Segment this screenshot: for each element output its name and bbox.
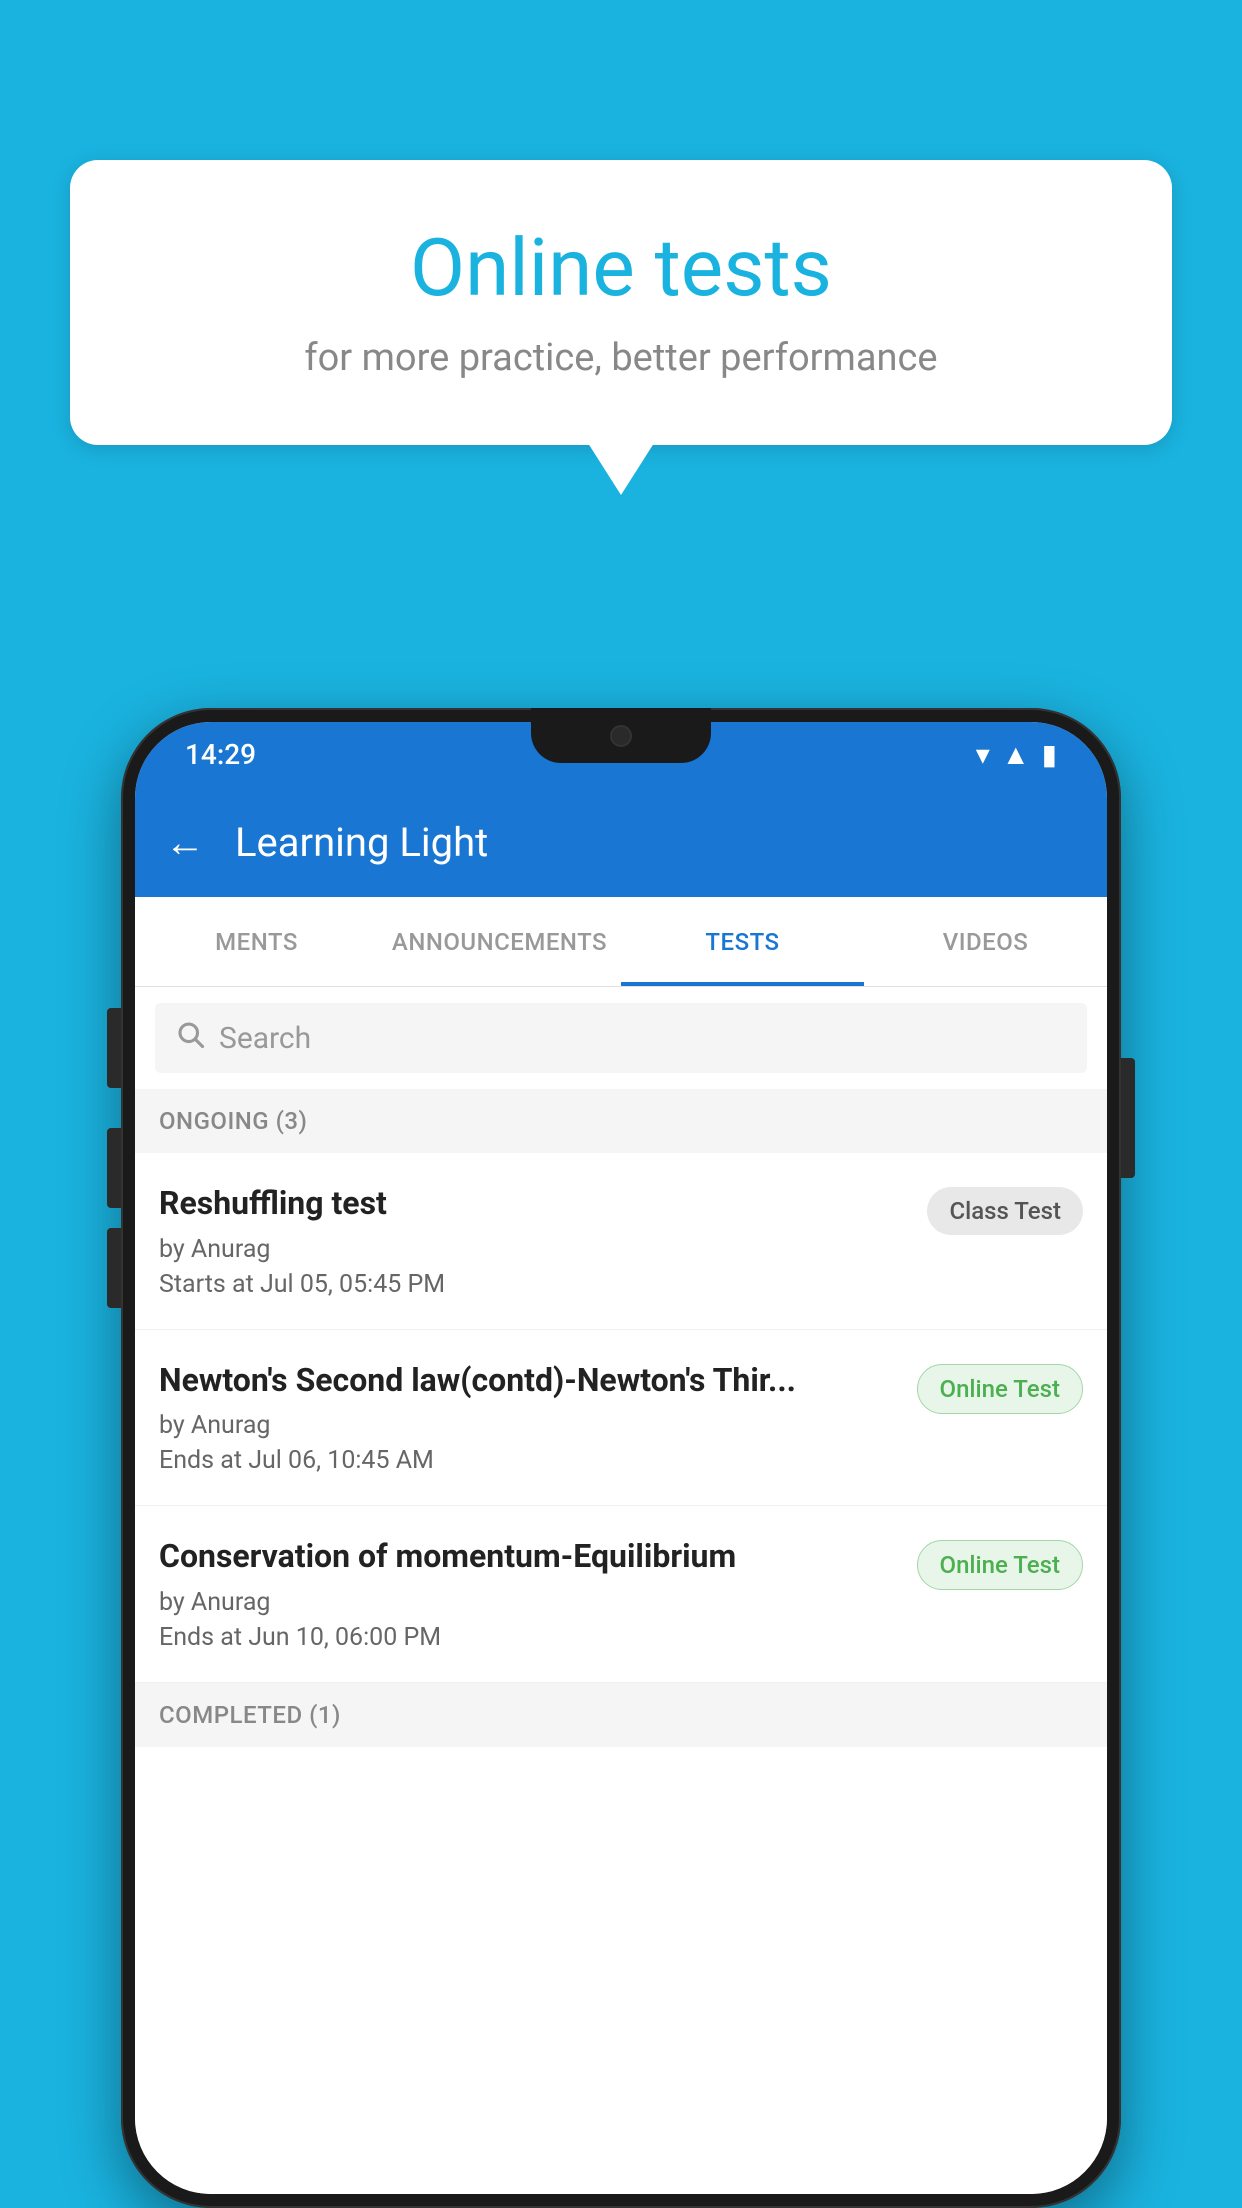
test-item[interactable]: Newton's Second law(contd)-Newton's Thir… [135,1330,1107,1507]
speech-bubble-container: Online tests for more practice, better p… [70,160,1172,445]
test-item-date: Starts at Jul 05, 05:45 PM [159,1270,907,1299]
search-icon [175,1019,205,1057]
search-input[interactable]: Search [219,1021,311,1056]
tab-videos[interactable]: VIDEOS [864,897,1107,986]
test-item-author: by Anurag [159,1411,897,1440]
phone-notch [531,708,711,763]
completed-section-header: COMPLETED (1) [135,1683,1107,1747]
speech-bubble-subtitle: for more practice, better performance [140,336,1102,380]
test-item-content: Conservation of momentum-Equilibrium by … [159,1536,897,1652]
test-item-author: by Anurag [159,1235,907,1264]
tab-ments[interactable]: MENTS [135,897,378,986]
tab-tests[interactable]: TESTS [621,897,864,986]
test-item-date: Ends at Jul 06, 10:45 AM [159,1446,897,1475]
tabs-container: MENTS ANNOUNCEMENTS TESTS VIDEOS [135,897,1107,987]
wifi-icon: ▾ [976,738,990,771]
test-item-title: Newton's Second law(contd)-Newton's Thir… [159,1360,897,1402]
phone-screen: 14:29 ▾ ▲ ▮ ← Learning Light MENTS ANNOU… [135,722,1107,2194]
test-item-author: by Anurag [159,1588,897,1617]
completed-header-text: COMPLETED (1) [159,1701,341,1729]
back-button[interactable]: ← [165,819,205,866]
signal-icon: ▲ [1002,738,1030,771]
ongoing-header-text: ONGOING (3) [159,1107,307,1135]
search-input-container[interactable]: Search [155,1003,1087,1073]
test-item-title: Reshuffling test [159,1183,907,1225]
tab-announcements[interactable]: ANNOUNCEMENTS [378,897,621,986]
test-item-content: Newton's Second law(contd)-Newton's Thir… [159,1360,897,1476]
test-item-title: Conservation of momentum-Equilibrium [159,1536,897,1578]
app-title: Learning Light [235,819,488,866]
test-item[interactable]: Conservation of momentum-Equilibrium by … [135,1506,1107,1683]
phone-container: 14:29 ▾ ▲ ▮ ← Learning Light MENTS ANNOU… [121,708,1121,2208]
test-badge-online: Online Test [917,1364,1083,1414]
speech-bubble: Online tests for more practice, better p… [70,160,1172,445]
test-item[interactable]: Reshuffling test by Anurag Starts at Jul… [135,1153,1107,1330]
test-badge-online: Online Test [917,1540,1083,1590]
test-badge-class: Class Test [927,1187,1083,1235]
search-bar-wrapper: Search [135,987,1107,1089]
camera [610,725,632,747]
test-list: Reshuffling test by Anurag Starts at Jul… [135,1153,1107,2194]
status-icons: ▾ ▲ ▮ [976,738,1057,771]
status-time: 14:29 [185,738,256,771]
battery-icon: ▮ [1042,738,1057,771]
phone-frame: 14:29 ▾ ▲ ▮ ← Learning Light MENTS ANNOU… [121,708,1121,2208]
ongoing-section-header: ONGOING (3) [135,1089,1107,1153]
test-item-date: Ends at Jun 10, 06:00 PM [159,1623,897,1652]
test-item-content: Reshuffling test by Anurag Starts at Jul… [159,1183,907,1299]
app-bar: ← Learning Light [135,787,1107,897]
speech-bubble-title: Online tests [140,220,1102,316]
